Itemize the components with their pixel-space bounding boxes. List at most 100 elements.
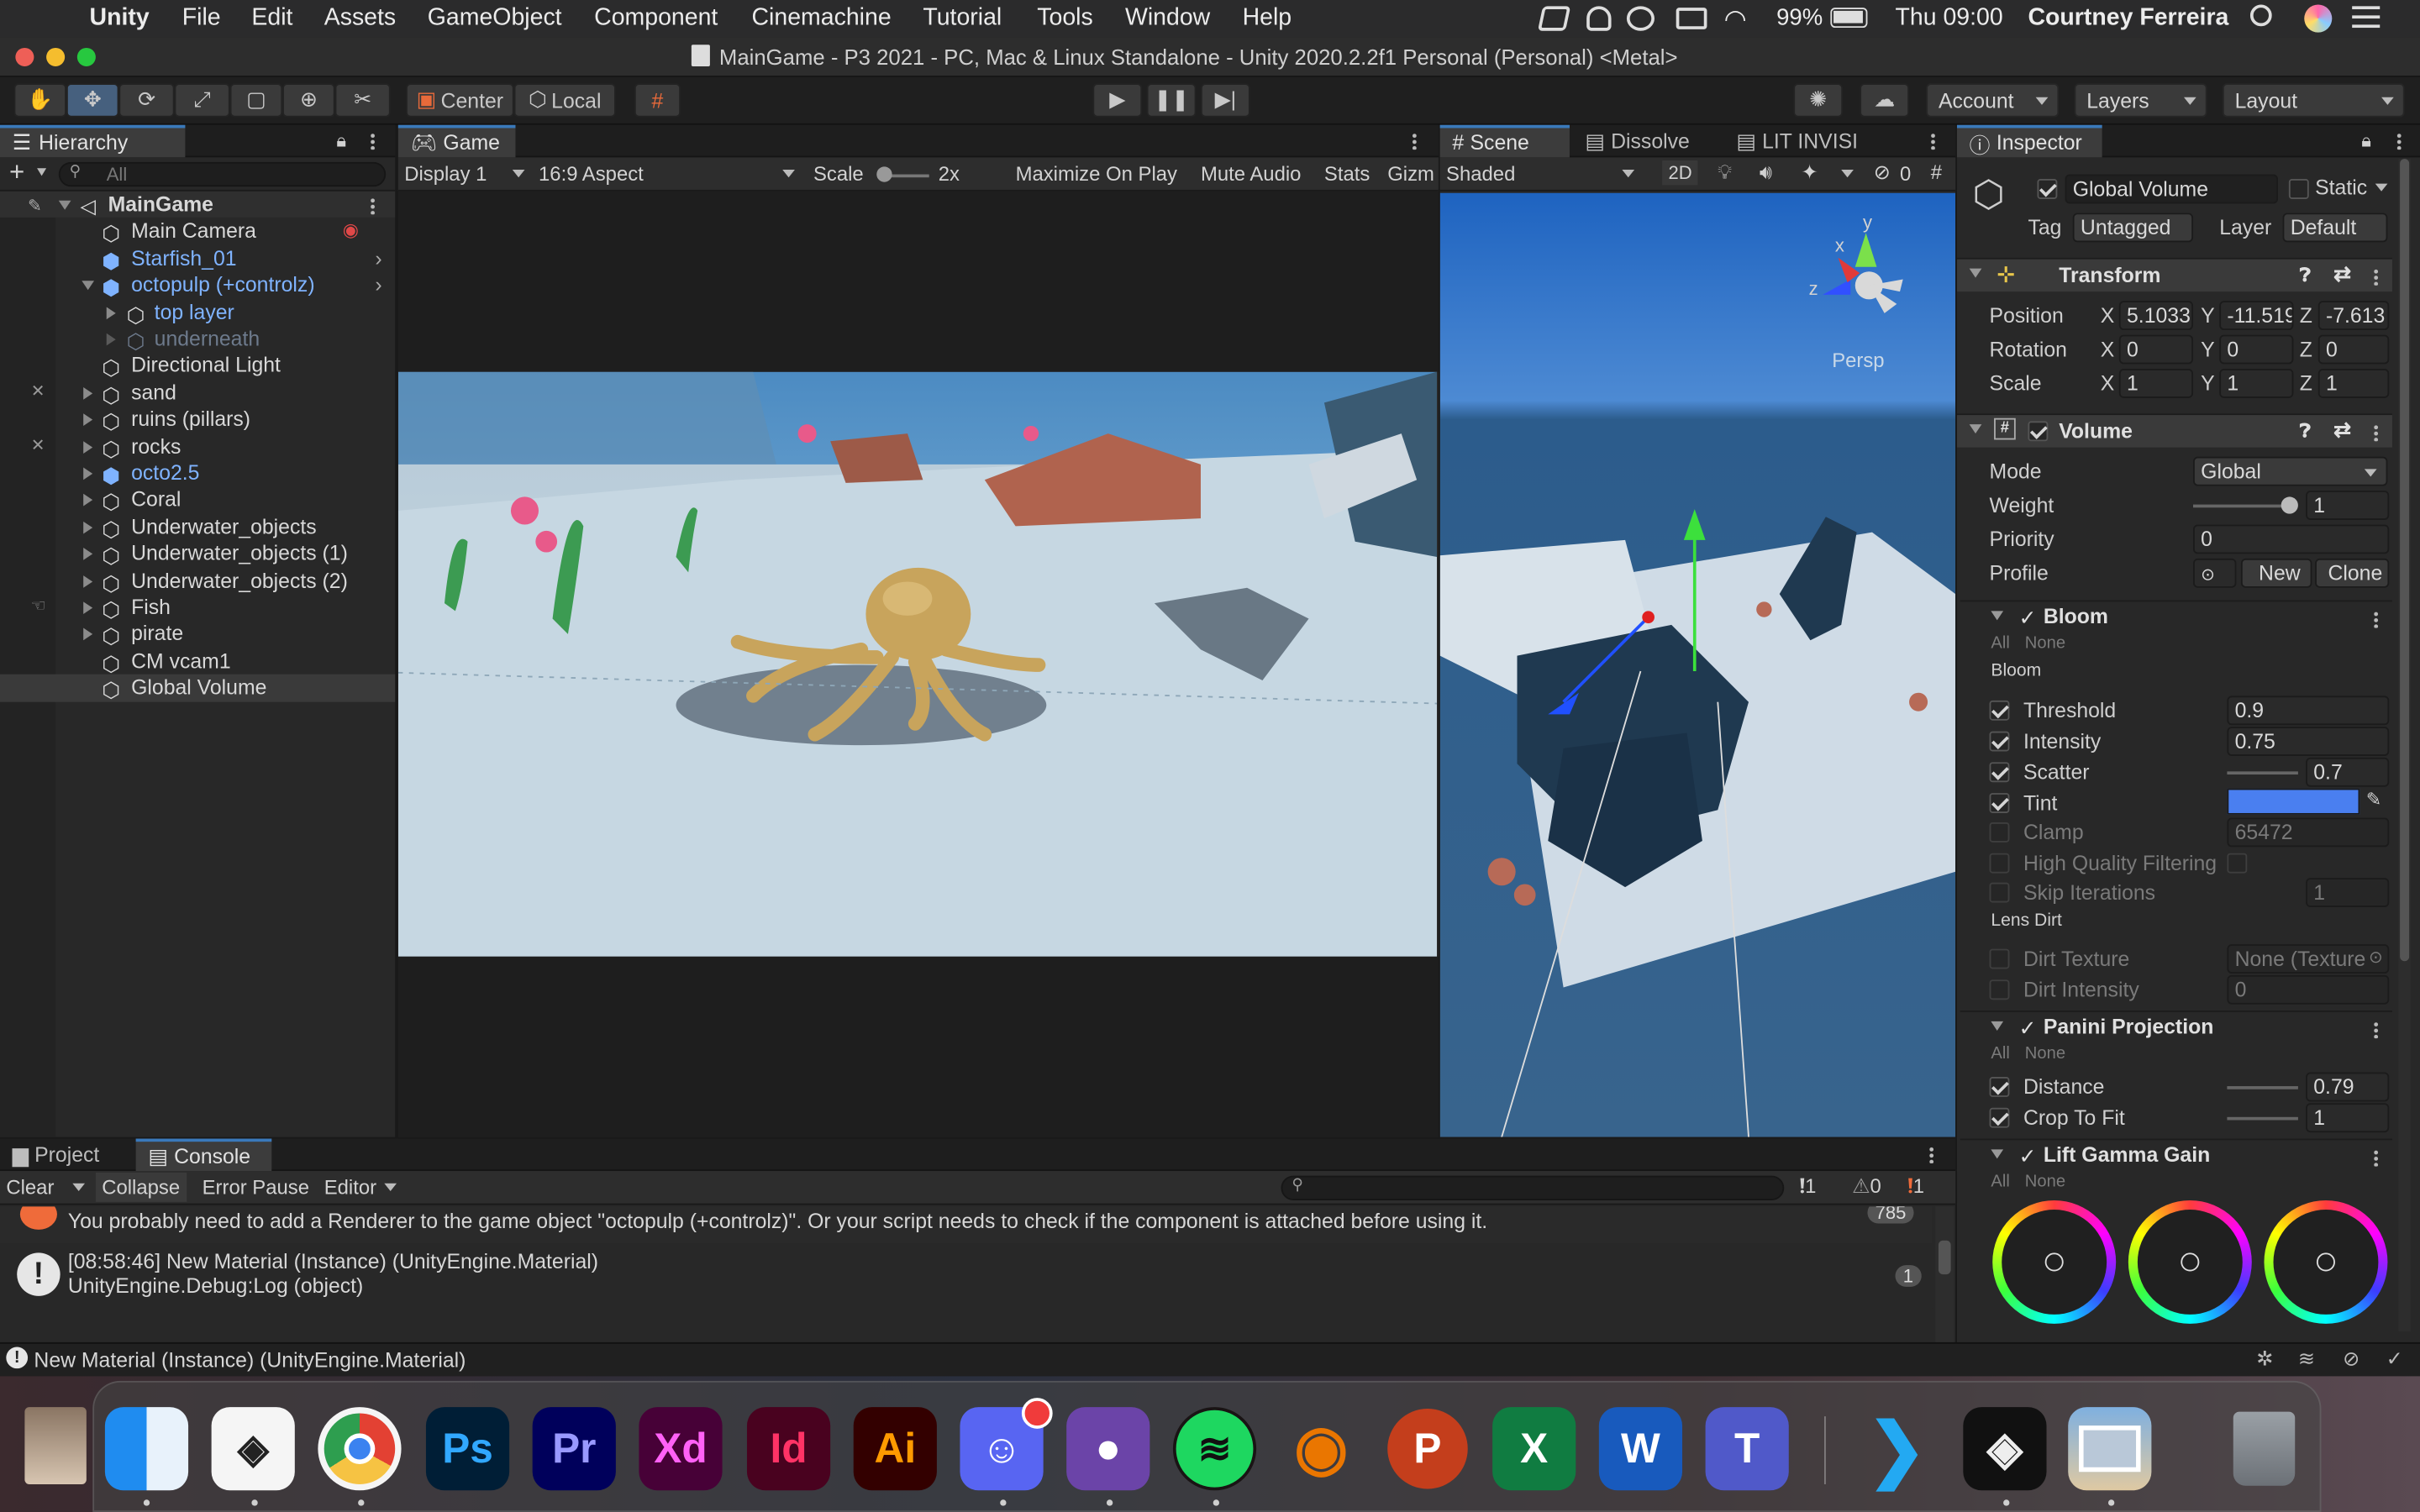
collapse-toggle[interactable]: Collapse (95, 1172, 187, 1202)
bloom-all-toggle[interactable]: All (1991, 634, 2009, 653)
component-more-icon[interactable] (2373, 424, 2379, 442)
collapse-arrow-icon[interactable] (83, 575, 93, 588)
panini-header[interactable]: ✓ Panini Projection (1991, 1016, 2299, 1047)
menu-window[interactable]: Window (1125, 5, 1210, 33)
panini-none-toggle[interactable]: None (2025, 1044, 2065, 1063)
collapse-arrow-icon[interactable] (83, 440, 93, 454)
vscode-icon[interactable]: ❯ (1855, 1407, 1939, 1490)
hidden-objects-icon[interactable]: ⊘ (1874, 160, 1891, 185)
scale-slider-handle[interactable] (876, 166, 892, 182)
hierarchy-item-octopulp[interactable]: ⬢ octopulp (+controlz) › (0, 272, 395, 300)
rotation-z-field[interactable]: 0 (2317, 334, 2390, 365)
teams-icon[interactable]: T (1705, 1407, 1789, 1491)
xd-icon[interactable]: Xd (639, 1407, 723, 1491)
tab-console[interactable]: ▤ Console (135, 1138, 272, 1172)
position-x-field[interactable]: 5.1033 (2118, 301, 2194, 331)
hierarchy-item-underwater-objects-1[interactable]: ⬡ Underwater_objects (1) (0, 540, 395, 568)
collapse-arrow-icon[interactable] (83, 494, 93, 507)
lgg-all-toggle[interactable]: All (1991, 1173, 2009, 1191)
siri-icon[interactable] (2304, 4, 2333, 33)
step-button[interactable]: ▶| (1200, 83, 1250, 118)
weight-slider-handle[interactable] (2281, 496, 2298, 514)
more-options-icon[interactable] (1930, 132, 1936, 150)
create-plus-button[interactable]: + (9, 157, 24, 188)
foldout-arrow-icon[interactable] (1991, 1149, 2004, 1159)
console-search-input[interactable]: ⚲ (1281, 1175, 1785, 1200)
word-icon[interactable]: W (1598, 1407, 1683, 1491)
hierarchy-item-top-layer[interactable]: ⬡ top layer (0, 299, 395, 327)
collab-button[interactable]: ☁ (1860, 83, 1910, 118)
collapse-arrow-icon[interactable] (83, 548, 93, 561)
panini-all-toggle[interactable]: All (1991, 1044, 2009, 1063)
threshold-override-checkbox[interactable] (1989, 700, 2010, 721)
play-button[interactable]: ▶ (1092, 83, 1143, 118)
hq-filtering-checkbox[interactable] (2227, 853, 2248, 874)
lgg-none-toggle[interactable]: None (2025, 1173, 2065, 1191)
dirt-intensity-field[interactable]: 0 (2227, 974, 2390, 1005)
crop-to-fit-field[interactable]: 1 (2306, 1103, 2390, 1133)
position-z-field[interactable]: -7.613 (2317, 301, 2390, 331)
scatter-slider-track[interactable] (2227, 771, 2298, 775)
scene-orientation-gizmo[interactable]: y x z (1804, 212, 1912, 332)
battery-icon[interactable] (1830, 8, 1868, 29)
spotify-icon[interactable]: ≋ (1172, 1407, 1257, 1491)
scale-tool-button[interactable]: ⤢ (174, 83, 230, 118)
powerpoint-icon[interactable]: P (1386, 1407, 1469, 1490)
menubar-clock[interactable]: Thu 09:00 (1896, 5, 2003, 33)
distance-field[interactable]: 0.79 (2306, 1072, 2390, 1102)
shading-mode-dropdown[interactable]: Shaded (1446, 162, 1515, 186)
lighting-toggle-icon[interactable]: 💡︎ (1718, 160, 1732, 185)
tab-hierarchy[interactable]: ☰ Hierarchy (0, 124, 186, 158)
component-more-icon[interactable] (2373, 268, 2379, 286)
transform-header[interactable]: ⊹ Transform ❓︎ ⇄ (1956, 257, 2392, 292)
trash-icon[interactable] (2223, 1407, 2306, 1490)
static-checkbox[interactable] (2288, 179, 2309, 199)
layout-dropdown[interactable]: Layout (2222, 83, 2405, 118)
hierarchy-item-directional-light[interactable]: ⬡ Directional Light (0, 352, 395, 380)
component-more-icon[interactable] (2373, 1149, 2379, 1167)
account-dropdown[interactable]: Account (1926, 83, 2060, 118)
rotation-x-field[interactable]: 0 (2118, 334, 2194, 365)
photoshop-icon[interactable]: Ps (425, 1407, 510, 1491)
collapse-arrow-icon[interactable] (83, 628, 93, 641)
presets-icon[interactable]: ⇄ (2333, 262, 2351, 286)
hierarchy-item-rocks[interactable]: ✕ ⬡ rocks (0, 433, 395, 460)
blender-icon[interactable]: ◉ (1280, 1407, 1363, 1490)
dirt-texture-override-checkbox[interactable] (1989, 948, 2010, 969)
lock-icon[interactable]: 🔒︎ (2361, 129, 2371, 153)
help-icon[interactable]: ❓︎ (2300, 264, 2311, 287)
profile-new-button[interactable]: New (2240, 558, 2312, 588)
progress-done-icon[interactable]: ✓ (2386, 1347, 2403, 1371)
hierarchy-item-starfish[interactable]: ⬢ Starfish_01 › (0, 245, 395, 273)
scrollbar-thumb[interactable] (2400, 159, 2410, 962)
chevron-down-icon[interactable] (72, 1183, 86, 1191)
expand-arrow-icon[interactable] (82, 281, 95, 291)
tag-dropdown[interactable]: Untagged (2072, 213, 2194, 243)
more-options-icon[interactable] (370, 132, 376, 150)
hierarchy-item-fish[interactable]: ☜ ⬡ Fish (0, 594, 395, 622)
distance-override-checkbox[interactable] (1989, 1077, 2010, 1097)
scale-z-field[interactable]: 1 (2317, 368, 2390, 398)
rotate-tool-button[interactable]: ⟳ (118, 83, 175, 118)
panini-enabled-check-icon[interactable]: ✓ (2018, 1016, 2036, 1041)
hierarchy-item-underwater-objects[interactable]: ⬡ Underwater_objects (0, 513, 395, 541)
chevron-down-icon[interactable] (2375, 183, 2388, 192)
console-scrollbar[interactable] (1935, 1206, 1954, 1342)
indesign-icon[interactable]: Id (746, 1407, 831, 1491)
hand-tool-button[interactable]: ✋ (13, 83, 66, 118)
hierarchy-item-pirate[interactable]: ⬡ pirate (0, 621, 395, 648)
premiere-icon[interactable]: Pr (532, 1407, 616, 1491)
scrollbar-thumb[interactable] (1938, 1240, 1951, 1275)
error-filter-toggle[interactable]: ❗︎1 (1907, 1174, 1924, 1199)
active-checkbox[interactable] (2037, 179, 2058, 199)
lift-gamma-gain-header[interactable]: ✓ Lift Gamma Gain (1991, 1143, 2299, 1174)
close-window-button[interactable] (15, 47, 34, 66)
layer-dropdown[interactable]: Default (2282, 213, 2388, 243)
help-icon[interactable]: ❓︎ (2300, 420, 2311, 444)
gamma-color-wheel[interactable] (2128, 1200, 2252, 1324)
dirt-texture-field[interactable]: None (Texture ⊙ (2227, 944, 2390, 974)
effects-toggle-icon[interactable]: ✦ (1801, 160, 1818, 185)
illustrator-icon[interactable]: Ai (853, 1407, 937, 1491)
collapse-arrow-icon[interactable] (83, 521, 93, 534)
cache-icon[interactable]: ≋ (2298, 1347, 2315, 1371)
